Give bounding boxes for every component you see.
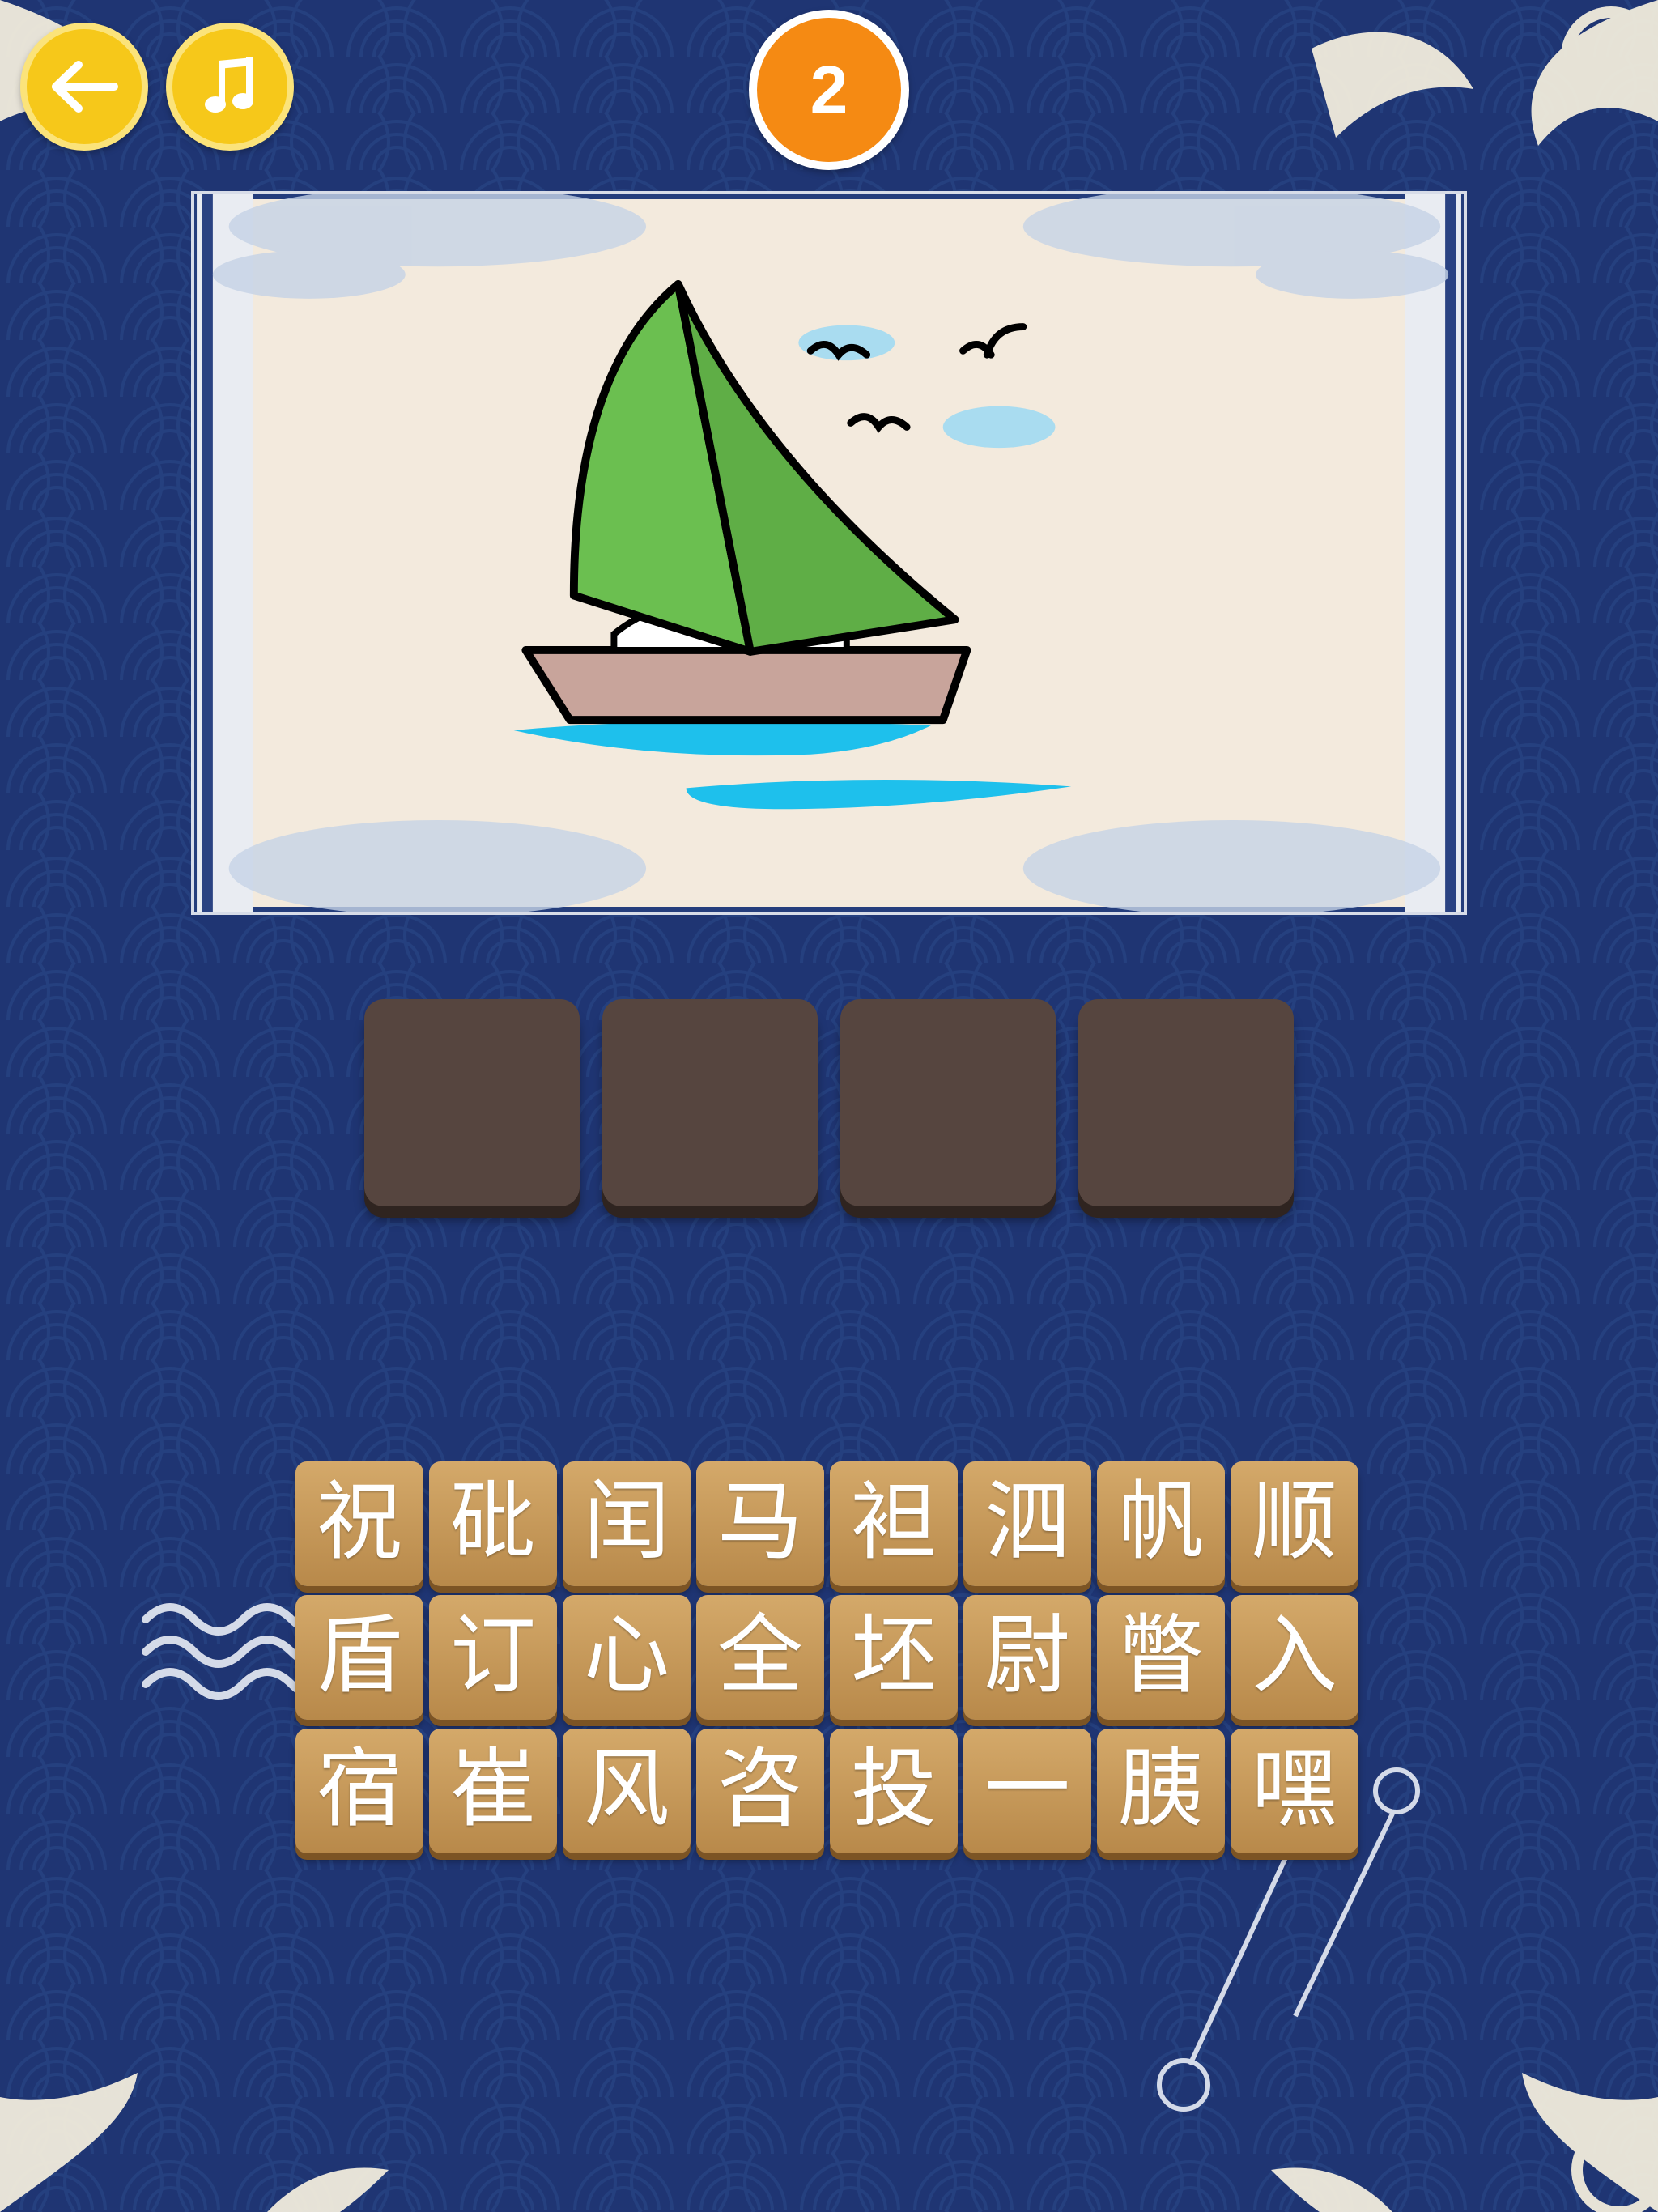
level-badge: 2 (749, 10, 909, 170)
char-tile[interactable]: 砒 (429, 1461, 557, 1586)
music-note-icon (205, 57, 253, 113)
char-tile[interactable]: 马 (696, 1461, 824, 1586)
answer-slot[interactable] (602, 999, 818, 1206)
char-tile[interactable]: 订 (429, 1595, 557, 1720)
answer-slot[interactable] (364, 999, 580, 1206)
music-button[interactable] (166, 23, 294, 151)
char-tile[interactable]: 袒 (830, 1461, 958, 1586)
char-tile[interactable]: 全 (696, 1595, 824, 1720)
arrow-left-icon (52, 61, 118, 113)
char-tile[interactable]: 心 (563, 1595, 691, 1720)
char-tile[interactable]: 泗 (963, 1461, 1091, 1586)
char-tile[interactable]: 闰 (563, 1461, 691, 1586)
sailboat-picture (197, 194, 1461, 912)
answer-slot[interactable] (840, 999, 1056, 1206)
char-tile[interactable]: 顺 (1231, 1461, 1358, 1586)
char-tile[interactable]: 投 (830, 1729, 958, 1853)
char-tile[interactable]: 咨 (696, 1729, 824, 1853)
char-tile[interactable]: 宿 (295, 1729, 423, 1853)
char-tile[interactable]: 帆 (1097, 1461, 1225, 1586)
char-tile[interactable]: 嘿 (1231, 1729, 1358, 1853)
back-button[interactable] (20, 23, 148, 151)
char-tile[interactable]: 瞥 (1097, 1595, 1225, 1720)
char-tile[interactable]: 崔 (429, 1729, 557, 1853)
answer-slot[interactable] (1078, 999, 1294, 1206)
char-tile[interactable]: 风 (563, 1729, 691, 1853)
char-tile[interactable]: 胰 (1097, 1729, 1225, 1853)
char-tile[interactable]: 坯 (830, 1595, 958, 1720)
char-tile[interactable]: 一 (963, 1729, 1091, 1853)
puzzle-picture (191, 191, 1467, 915)
char-tile[interactable]: 尉 (963, 1595, 1091, 1720)
char-tile[interactable]: 盾 (295, 1595, 423, 1720)
char-tile[interactable]: 祝 (295, 1461, 423, 1586)
char-tile[interactable]: 入 (1231, 1595, 1358, 1720)
